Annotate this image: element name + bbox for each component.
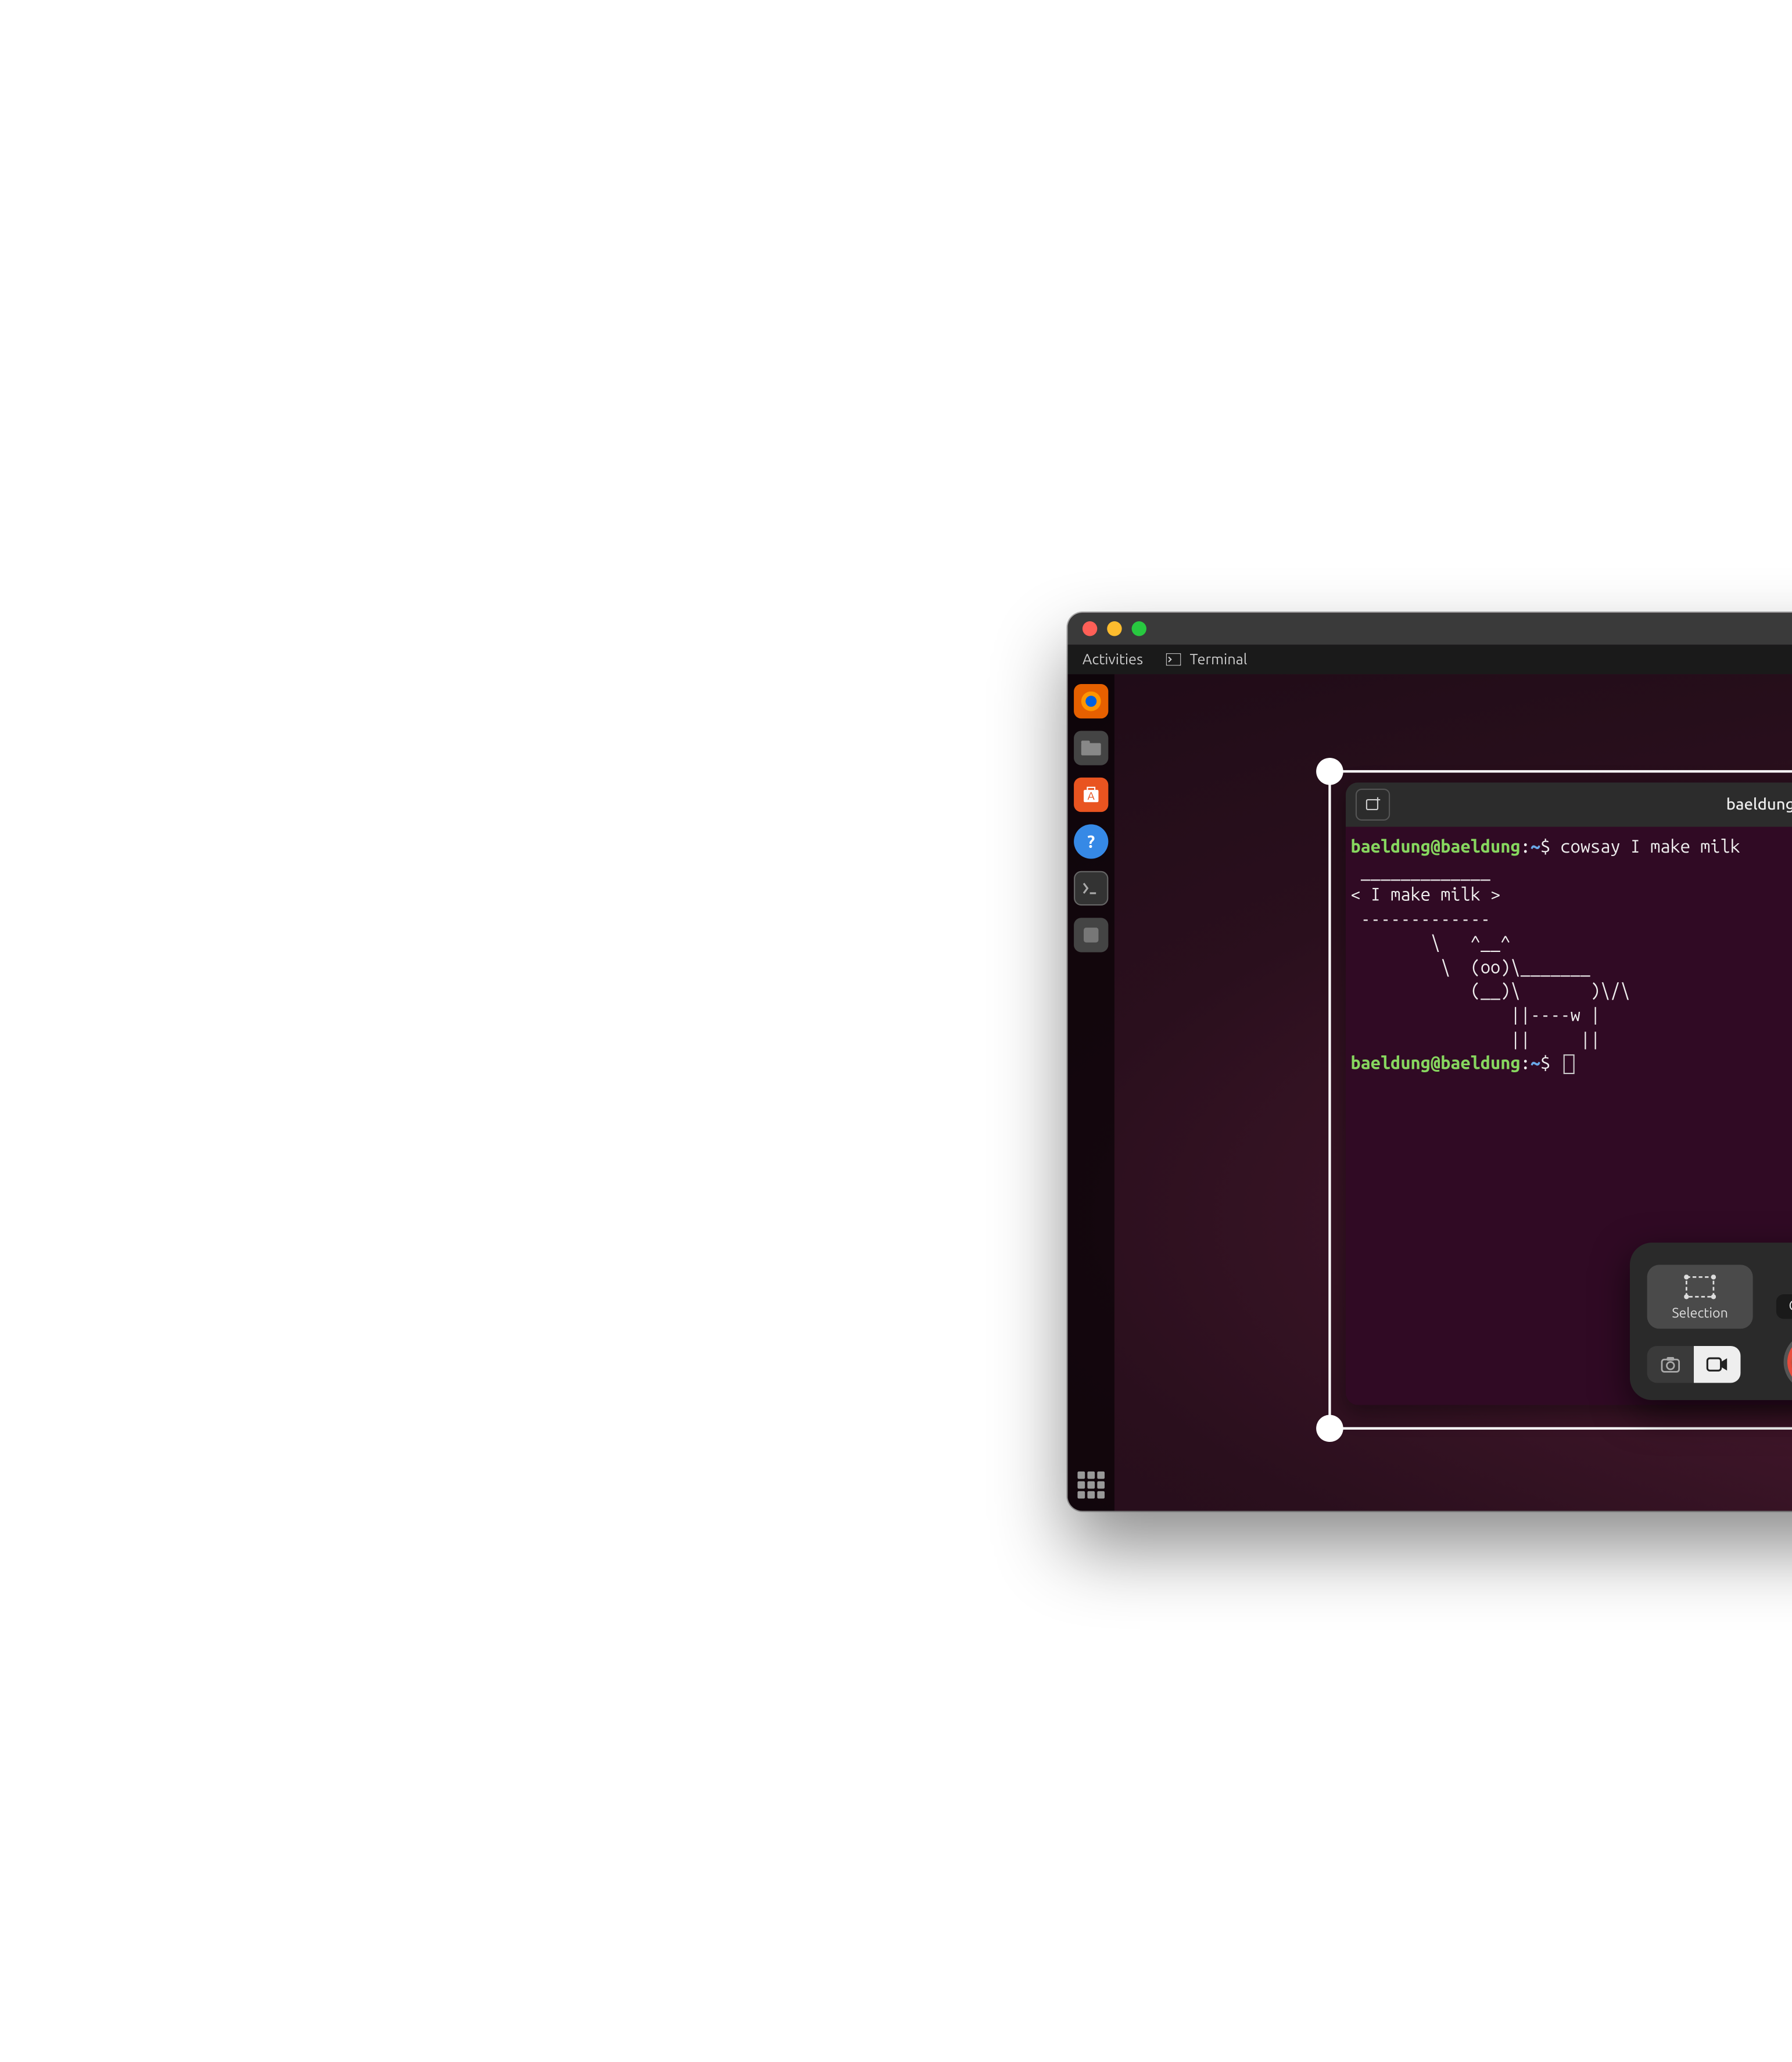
terminal-output-line: || || [1350, 1028, 1600, 1049]
topbar-app-label: Terminal [1190, 651, 1248, 668]
terminal-output-line: _____________ [1350, 860, 1500, 880]
terminal-title: baeldung@baeldung: ~ [1346, 796, 1792, 814]
capture-mode-selection[interactable]: Selection [1647, 1265, 1753, 1329]
mac-titlebar: Ubuntu [1068, 613, 1792, 645]
dock-software[interactable]: A [1074, 778, 1108, 812]
gnome-topbar: Activities Terminal Aug 7 20:30 [1068, 645, 1792, 674]
terminal-command: cowsay I make milk [1560, 835, 1740, 856]
activities-button[interactable]: Activities [1083, 651, 1143, 668]
dock: A ? [1068, 674, 1114, 1511]
terminal-headerbar: baeldung@baeldung: ~ [1346, 782, 1792, 826]
terminal-output-line: < I make milk > [1350, 883, 1500, 904]
dock-firefox[interactable] [1074, 684, 1108, 718]
selection-handle-bottom-left[interactable] [1316, 1415, 1343, 1442]
terminal-prompt-path: ~ [1531, 1052, 1540, 1073]
svg-text:A: A [1088, 789, 1095, 802]
dock-help[interactable]: ? [1074, 824, 1108, 858]
topbar-app-menu[interactable]: Terminal [1165, 651, 1247, 668]
dock-terminal[interactable] [1074, 871, 1108, 905]
terminal-output-line: \ (oo)\_______ [1350, 955, 1590, 976]
dock-show-apps[interactable] [1077, 1472, 1105, 1499]
selection-handle-top-left[interactable] [1316, 758, 1343, 785]
vm-window: Ubuntu Activities Terminal Aug 7 20:30 [1068, 613, 1792, 1510]
terminal-output-line: ------------- [1350, 908, 1500, 929]
dock-files[interactable] [1074, 731, 1108, 765]
capture-toggle-screencast[interactable] [1694, 1346, 1740, 1383]
terminal-output-line: \ ^__^ [1350, 932, 1510, 953]
terminal-prompt-user: baeldung@baeldung [1350, 835, 1520, 856]
dock-addon[interactable] [1074, 918, 1108, 952]
selection-mode-icon [1684, 1275, 1716, 1299]
mac-window-title: Ubuntu [1068, 620, 1792, 638]
screenshot-panel: Selection Capture Window [1630, 1243, 1792, 1400]
terminal-app-icon [1165, 651, 1182, 668]
capture-mode-screen[interactable]: Capture [1760, 1265, 1792, 1329]
capture-toggle-screenshot[interactable] [1647, 1346, 1694, 1383]
terminal-prompt-path: ~ [1531, 835, 1540, 856]
capture-tooltip: Capture [1776, 1294, 1792, 1319]
desktop: A ? Home [1068, 674, 1792, 1511]
terminal-output-line: ||----w | [1350, 1004, 1600, 1025]
terminal-output-line: (__)\ )\/\ [1350, 980, 1630, 1001]
capture-type-toggle [1647, 1346, 1741, 1383]
terminal-body[interactable]: baeldung@baeldung:~$ cowsay I make milk … [1346, 827, 1792, 1083]
capture-mode-selection-label: Selection [1672, 1306, 1728, 1321]
terminal-cursor [1563, 1055, 1574, 1075]
terminal-prompt-user: baeldung@baeldung [1350, 1052, 1520, 1073]
record-button[interactable] [1787, 1336, 1792, 1388]
